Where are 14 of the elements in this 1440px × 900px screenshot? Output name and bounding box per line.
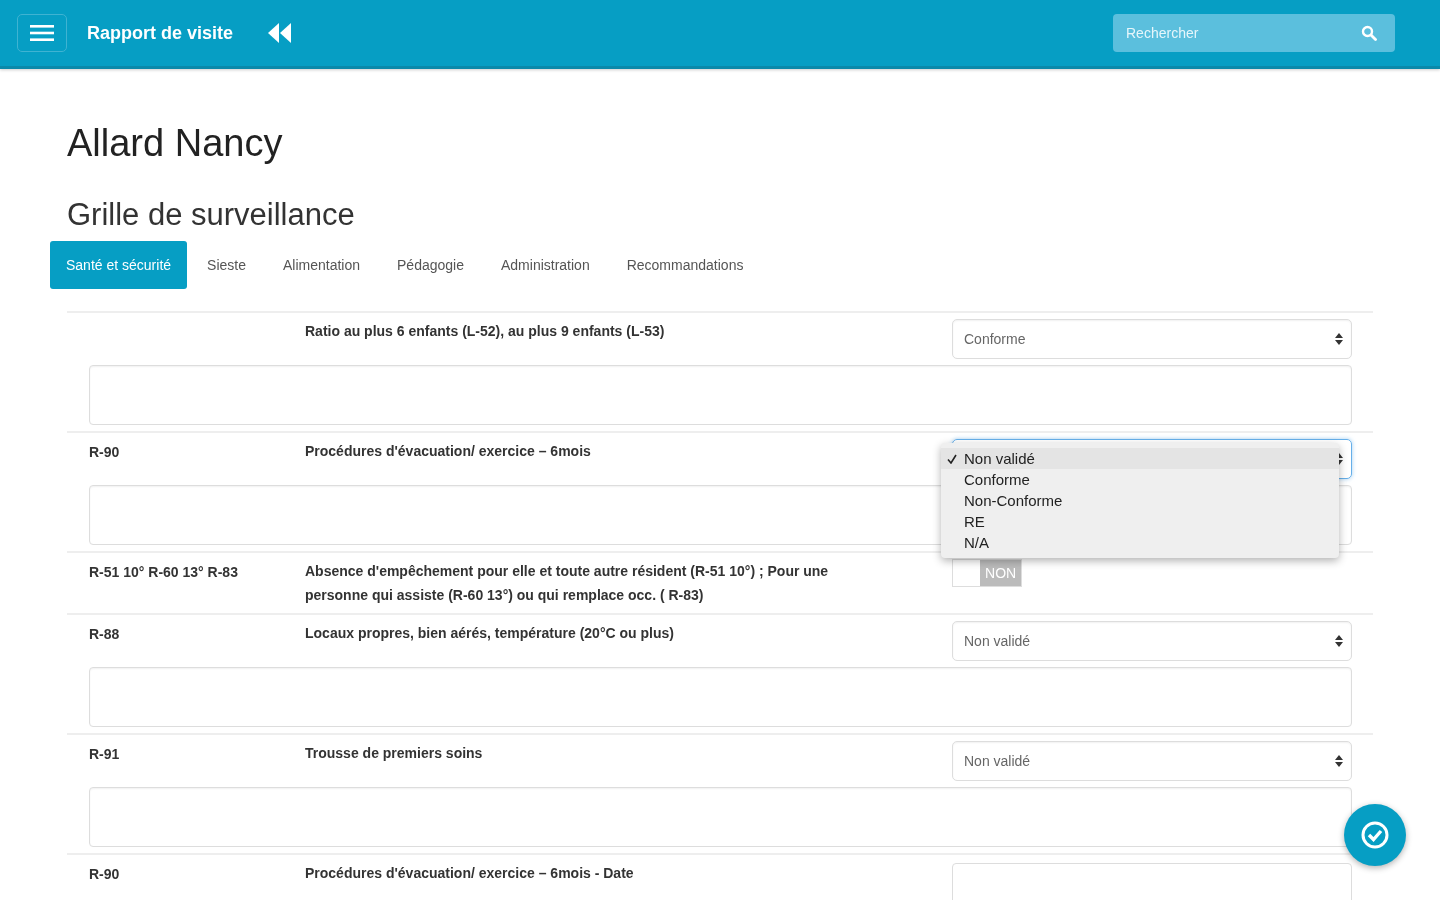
rule-code: R-90 — [89, 866, 120, 882]
rule-code: R-90 — [89, 444, 120, 460]
criterion-label: Absence d'empêchement pour elle et toute autre résident (R-51 10°) ; Pour une personne qui assiste (R-60 13°) ou qui remplace occ. ( R-83) — [305, 563, 829, 603]
section-title: Grille de surveillance — [67, 196, 356, 234]
criterion-label: Procédures d'évacuation/ exercice – 6mois — [305, 443, 591, 459]
criterion-label: Procédures d'évacuation/ exercice – 6mois - Date — [305, 865, 634, 881]
criterion-label: Locaux propres, bien aérés, température (20°C ou plus) — [305, 625, 674, 641]
app-title: Rapport de visite — [87, 22, 234, 44]
page-title: Allard Nancy — [67, 121, 284, 166]
rule-code: R-51 10° R-60 13° R-83 — [89, 564, 238, 580]
criterion-label: Trousse de premiers soins — [305, 745, 483, 761]
rule-code: R-88 — [89, 626, 120, 642]
criterion-label: Ratio au plus 6 enfants (L-52), au plus 9 enfants (L-53) — [305, 323, 665, 339]
rule-code: R-91 — [89, 746, 120, 762]
